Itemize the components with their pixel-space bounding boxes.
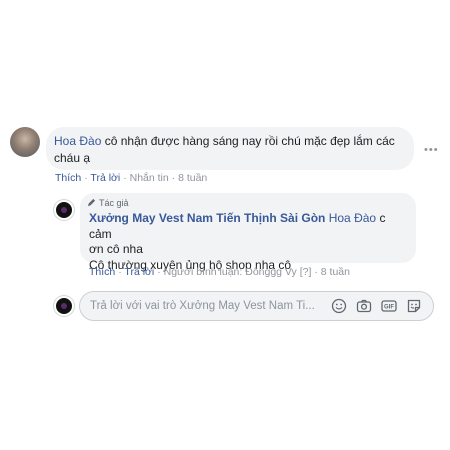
author-badge-label: Tác giả (99, 198, 129, 208)
reply-author-link[interactable]: Xưởng May Vest Nam Tiến Thịnh Sài Gòn (89, 211, 325, 225)
reply-link[interactable]: Trả lời (124, 266, 154, 278)
reply-link[interactable]: Trả lời (90, 172, 120, 184)
pencil-icon (87, 198, 96, 207)
reply-timestamp[interactable]: 8 tuần (321, 266, 350, 278)
commenter-avatar[interactable] (10, 127, 40, 157)
avatar-logo (61, 207, 67, 213)
comment-body: Hoa Đào cô nhận được hàng sáng nay rồi c… (54, 133, 404, 167)
gif-icon[interactable]: GIF (381, 298, 397, 314)
page-avatar[interactable] (56, 202, 72, 218)
like-link[interactable]: Thích (55, 172, 81, 184)
avatar-logo (61, 303, 67, 309)
sticker-icon[interactable] (406, 298, 422, 314)
comment-actions: Thích · Trả lời · Nhắn tin · 8 tuần (55, 172, 207, 184)
comment-author-link[interactable]: Hoa Đào (54, 134, 101, 148)
comment-text-continued: cháu ạ (54, 151, 91, 165)
separator: · (157, 266, 161, 278)
reply-composer[interactable]: GIF (79, 291, 434, 321)
comment-timestamp[interactable]: 8 tuần (178, 172, 207, 184)
edit-mark: [?] (299, 266, 312, 278)
message-link[interactable]: Nhắn tin (130, 172, 169, 184)
camera-icon[interactable] (356, 298, 372, 314)
comment-text: cô nhận được hàng sáng nay rồi chú mặc đ… (104, 134, 395, 148)
separator: · (314, 266, 318, 278)
reply-body: Xưởng May Vest Nam Tiến Thịnh Sài Gòn Ho… (89, 211, 411, 273)
separator: · (84, 172, 88, 184)
reply-text-line2: ơn cô nha (89, 242, 143, 256)
svg-text:GIF: GIF (384, 305, 394, 311)
like-link[interactable]: Thích (89, 266, 115, 278)
more-options-icon[interactable]: ••• (424, 144, 439, 156)
separator: · (171, 172, 176, 184)
author-badge: Tác giả (87, 198, 129, 208)
tagged-user-link[interactable]: Hoa Đào (329, 211, 376, 225)
separator: · (123, 172, 127, 184)
composer-avatar (56, 298, 72, 314)
reply-actions: Thích · Trả lời · Người bình luận: Đôngg… (89, 266, 350, 278)
separator: · (118, 266, 122, 278)
emoji-icon[interactable] (331, 298, 347, 314)
reply-input[interactable] (90, 297, 320, 315)
responder-info[interactable]: Người bình luận: Đônggg Vy (164, 266, 297, 278)
